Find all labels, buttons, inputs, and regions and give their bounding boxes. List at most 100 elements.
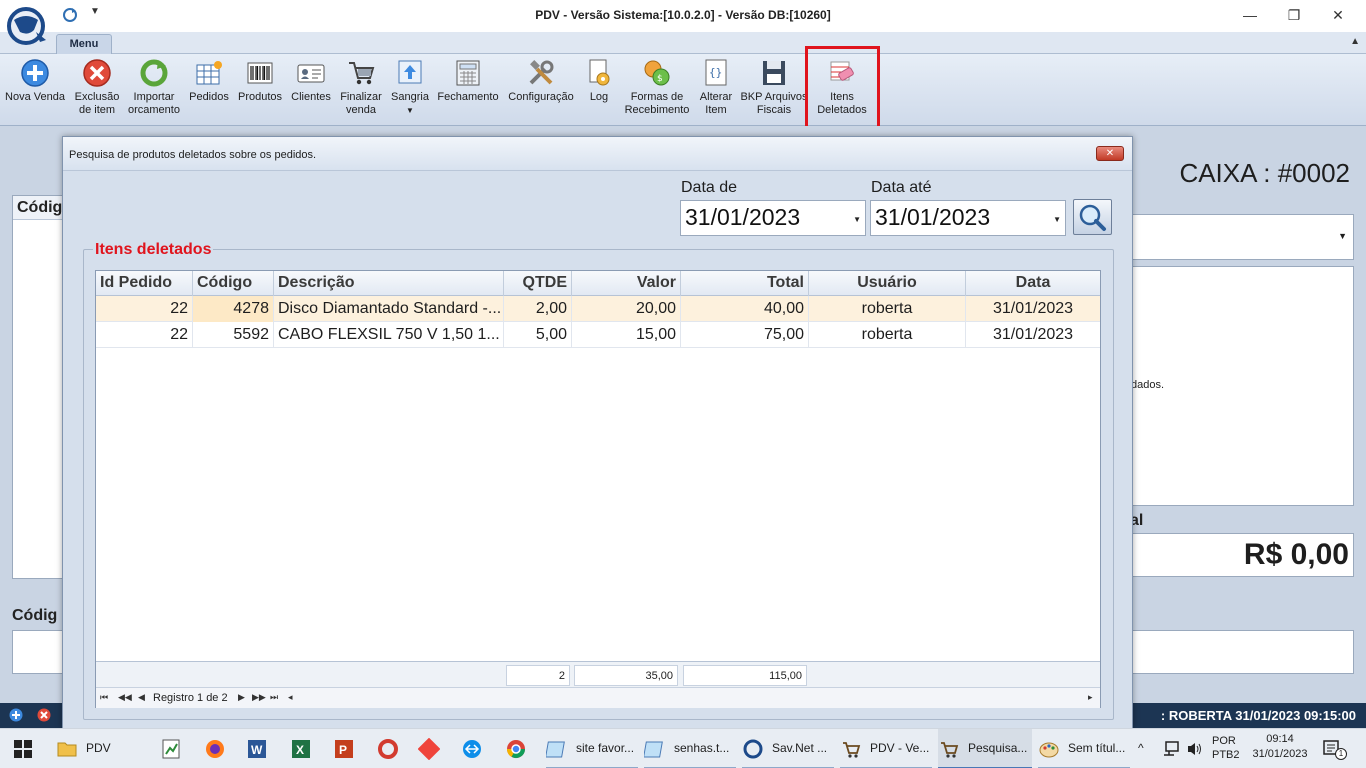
notification-center-button[interactable]: 1	[1322, 739, 1348, 768]
svg-text:{}: {}	[709, 66, 722, 79]
col-qtde[interactable]: QTDE	[504, 271, 572, 296]
restore-button[interactable]: ❐	[1274, 4, 1314, 26]
dialog-close-button[interactable]: ✕	[1096, 146, 1124, 161]
col-data[interactable]: Data	[966, 271, 1100, 296]
tray-chevron-up-icon[interactable]: ^	[1138, 741, 1144, 768]
right-select[interactable]: ▼	[1130, 214, 1354, 260]
col-total[interactable]: Total	[681, 271, 809, 296]
configuracao-button[interactable]: Configuração	[506, 58, 576, 104]
date-from-picker[interactable]: 31/01/2023 ▼	[680, 200, 866, 236]
quick-access-refresh-icon[interactable]	[62, 7, 78, 23]
nav-first-icon[interactable]: ⏮	[100, 692, 108, 703]
formas-recebimento-button[interactable]: $ Formas de Recebimento	[622, 58, 692, 117]
nav-prev-page-icon[interactable]: ◀◀	[118, 692, 132, 703]
savnet-icon	[743, 739, 763, 759]
teamviewer-icon	[463, 740, 481, 758]
chevron-down-icon: ▼	[1338, 231, 1347, 241]
close-window-button[interactable]: ✕	[1318, 4, 1358, 26]
date-to-picker[interactable]: 31/01/2023 ▼	[870, 200, 1066, 236]
taskbar-item-site-favor[interactable]: site favor...	[546, 729, 638, 768]
notepad-icon	[546, 741, 565, 758]
clock[interactable]: 09:14 31/01/2023	[1248, 733, 1312, 768]
pedidos-button[interactable]: Pedidos	[186, 58, 232, 104]
taskbar-item-pesquisa[interactable]: Pesquisa...	[938, 729, 1032, 768]
grid-star-icon	[196, 61, 222, 85]
nav-prev-icon[interactable]: ◀	[138, 692, 145, 703]
volume-icon[interactable]	[1186, 741, 1204, 757]
taskbar-item-ccleaner[interactable]	[377, 729, 403, 768]
left-product-list: Códig	[12, 195, 64, 579]
app-logo-icon[interactable]	[6, 6, 50, 46]
search-icon	[1079, 204, 1106, 231]
taskbar-item-pdv-folder[interactable]: PDV	[56, 729, 152, 768]
sangria-button[interactable]: Sangria ▼	[388, 58, 432, 117]
windows-start-icon[interactable]	[14, 740, 32, 758]
clientes-button[interactable]: Clientes	[288, 58, 334, 104]
language-indicator[interactable]: POR PTB2	[1212, 735, 1240, 768]
chevron-down-icon[interactable]: ▼	[1053, 215, 1061, 224]
cell-id-pedido: 22	[96, 296, 193, 322]
nav-scroll-right-icon[interactable]: ▸	[1088, 692, 1093, 703]
excel-icon: X	[292, 740, 310, 758]
nav-record-indicator: Registro 1 de 2	[153, 692, 228, 704]
chevron-down-icon[interactable]: ▼	[853, 215, 861, 224]
doc-gear-icon	[589, 59, 610, 86]
taskbar-item-label: senhas.t...	[674, 741, 730, 755]
col-codigo[interactable]: Código	[193, 271, 274, 296]
quick-access-dropdown-icon[interactable]: ▼	[90, 6, 100, 17]
col-valor[interactable]: Valor	[572, 271, 681, 296]
col-descricao[interactable]: Descrição	[274, 271, 504, 296]
cell-qtde: 2,00	[504, 296, 572, 322]
minimize-button[interactable]: —	[1230, 4, 1270, 26]
ribbon-tab-bar: Menu ▲	[0, 32, 1366, 54]
notepad-chart-icon	[162, 739, 180, 759]
col-usuario[interactable]: Usuário	[809, 271, 966, 296]
nav-next-page-icon[interactable]: ▶▶	[252, 692, 266, 703]
nav-scroll-left-icon[interactable]: ◂	[288, 692, 293, 703]
nova-venda-button[interactable]: Nova Venda	[4, 58, 66, 104]
status-remove-icon[interactable]	[37, 708, 51, 722]
taskbar-item-pdv-versao[interactable]: PDV - Ve...	[840, 729, 932, 768]
ribbon-collapse-icon[interactable]: ▲	[1350, 36, 1360, 47]
table-row[interactable]: 22 5592 CABO FLEXSIL 750 V 1,50 1... 5,0…	[96, 322, 1100, 348]
produtos-button[interactable]: Produtos	[236, 58, 284, 104]
nav-last-icon[interactable]: ⏭	[270, 692, 278, 703]
table-row[interactable]: 22 4278 Disco Diamantado Standard -... 2…	[96, 296, 1100, 322]
bkp-arquivos-fiscais-button[interactable]: BKP Arquivos Fiscais	[740, 58, 808, 117]
log-label: Log	[589, 91, 609, 103]
importar-orcamento-button[interactable]: Importar orcamento	[126, 58, 182, 117]
svg-text:P: P	[339, 743, 347, 757]
fechamento-label: Fechamento	[437, 91, 499, 103]
pdv-cart-icon	[843, 742, 861, 758]
taskbar-item-excel[interactable]: X	[290, 729, 316, 768]
alterar-item-button[interactable]: {} Alterar Item	[696, 58, 736, 117]
search-button[interactable]	[1073, 199, 1112, 235]
taskbar-item-firefox[interactable]	[204, 729, 228, 768]
finalizar-venda-button[interactable]: Finalizar venda	[338, 58, 384, 117]
produtos-label: Produtos	[237, 91, 283, 103]
summary-total: 115,00	[683, 665, 807, 686]
deleted-items-grid[interactable]: Id Pedido Código Descrição QTDE Valor To…	[95, 270, 1101, 708]
exclusao-item-button[interactable]: Exclusão de item	[70, 58, 124, 117]
svg-text:X: X	[296, 743, 304, 757]
taskbar-item-chrome[interactable]	[505, 729, 531, 768]
log-button[interactable]: Log	[582, 58, 616, 104]
taskbar-item-paint[interactable]: Sem títul...	[1038, 729, 1130, 768]
col-id-pedido[interactable]: Id Pedido	[96, 271, 193, 296]
taskbar-item-senhas[interactable]: senhas.t...	[644, 729, 736, 768]
nav-next-icon[interactable]: ▶	[238, 692, 245, 703]
taskbar-item-anydesk[interactable]	[418, 729, 444, 768]
taskbar-item-powerpoint[interactable]: P	[333, 729, 359, 768]
group-title: Itens deletados	[93, 241, 214, 259]
fechamento-button[interactable]: Fechamento	[436, 58, 500, 104]
taskbar-item-notepad-chart[interactable]	[160, 729, 184, 768]
tab-menu[interactable]: Menu	[56, 34, 112, 54]
taskbar-item-word[interactable]: W	[246, 729, 272, 768]
network-icon[interactable]	[1162, 741, 1180, 757]
taskbar-item-savnet[interactable]: Sav.Net ...	[742, 729, 834, 768]
right-input[interactable]	[1130, 630, 1354, 674]
status-add-icon[interactable]	[9, 708, 23, 722]
svg-text:$: $	[657, 74, 663, 84]
left-codigo-input[interactable]	[12, 630, 64, 674]
taskbar-item-teamviewer[interactable]	[461, 729, 487, 768]
